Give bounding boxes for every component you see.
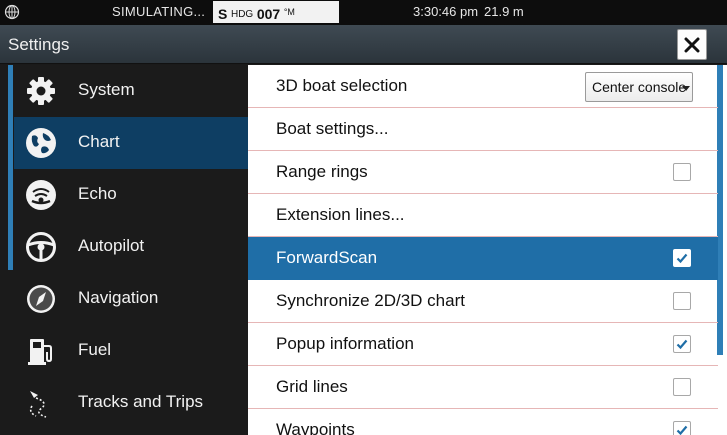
checkmark-icon [676,339,688,350]
setting-waypoints[interactable]: Waypoints [248,409,718,435]
sidebar-item-label: Fuel [78,340,112,359]
sidebar-item-label: Echo [78,184,117,203]
chevron-down-icon [682,86,690,91]
sidebar-item-echo[interactable]: Echo [14,169,248,221]
setting-label: Range rings [276,162,368,181]
setting-forwardscan[interactable]: ForwardScan [248,237,718,280]
dropdown-value: Center console [592,79,687,95]
sidebar-item-label: Chart [78,132,120,151]
setting-label: Waypoints [276,420,355,435]
globe-icon [4,4,20,20]
setting-extension-lines[interactable]: Extension lines... [248,194,718,237]
sidebar-item-label: Navigation [78,288,159,307]
page-title: Settings [8,35,70,54]
checkmark-icon [676,253,688,264]
boat-selection-dropdown[interactable]: Center console [585,72,693,102]
sidebar-item-autopilot[interactable]: Autopilot [14,221,248,273]
sidebar-item-label: Autopilot [78,236,145,255]
setting-3d-boat-selection: 3D boat selection Center console [248,65,718,108]
fuel-pump-icon [28,339,52,365]
echo-icon [26,180,56,210]
sidebar-item-label: Tracks and Trips [78,392,204,411]
chart-settings-panel: 3D boat selection Center console Boat se… [248,65,727,435]
heading-readout[interactable]: S HDG 007 °M [213,1,339,23]
heading-source: S [218,6,228,22]
chart-icon [26,128,56,158]
heading-value: 007 [256,6,281,22]
synchronize-checkbox[interactable] [673,292,691,310]
setting-label: Popup information [276,334,414,353]
status-bar: SIMULATING... S HDG 007 °M 3:30:46 pm 21… [0,0,727,25]
setting-range-rings[interactable]: Range rings [248,151,718,194]
heading-unit: °M [283,7,295,17]
setting-label: Synchronize 2D/3D chart [276,291,465,310]
range-rings-checkbox[interactable] [673,163,691,181]
title-bar: Settings [0,25,727,64]
track-icon [29,391,47,418]
sidebar-scrollbar[interactable] [8,65,13,270]
sidebar-item-chart[interactable]: Chart [14,117,248,169]
heading-label: HDG [230,9,254,20]
steering-wheel-icon [26,232,56,262]
grid-lines-checkbox[interactable] [673,378,691,396]
forwardscan-checkbox[interactable] [673,249,691,267]
gear-icon [27,77,55,105]
setting-grid-lines[interactable]: Grid lines [248,366,718,409]
clock: 3:30:46 pm [413,4,479,19]
compass-icon [27,285,55,313]
settings-sidebar: System Chart Echo Autopilot Navigation F… [0,65,248,435]
sidebar-item-navigation[interactable]: Navigation [14,273,248,325]
sidebar-item-tracks-and-trips[interactable]: Tracks and Trips [14,377,248,429]
simulating-indicator: SIMULATING... [112,4,206,19]
close-button[interactable] [677,29,707,60]
checkmark-icon [676,425,688,435]
sidebar-item-fuel[interactable]: Fuel [14,325,248,377]
close-icon [684,37,700,53]
setting-label: Grid lines [276,377,348,396]
sidebar-item-label: System [78,80,135,99]
depth-readout: 21.9 m [484,4,524,19]
setting-label: Boat settings... [276,119,389,138]
setting-popup-information[interactable]: Popup information [248,323,718,366]
setting-synchronize-2d-3d-chart[interactable]: Synchronize 2D/3D chart [248,280,718,323]
setting-label: 3D boat selection [276,76,408,95]
setting-boat-settings[interactable]: Boat settings... [248,108,718,151]
popup-information-checkbox[interactable] [673,335,691,353]
waypoints-checkbox[interactable] [673,421,691,435]
setting-label: Extension lines... [276,205,405,224]
setting-label: ForwardScan [276,248,378,267]
sidebar-item-system[interactable]: System [14,65,248,117]
